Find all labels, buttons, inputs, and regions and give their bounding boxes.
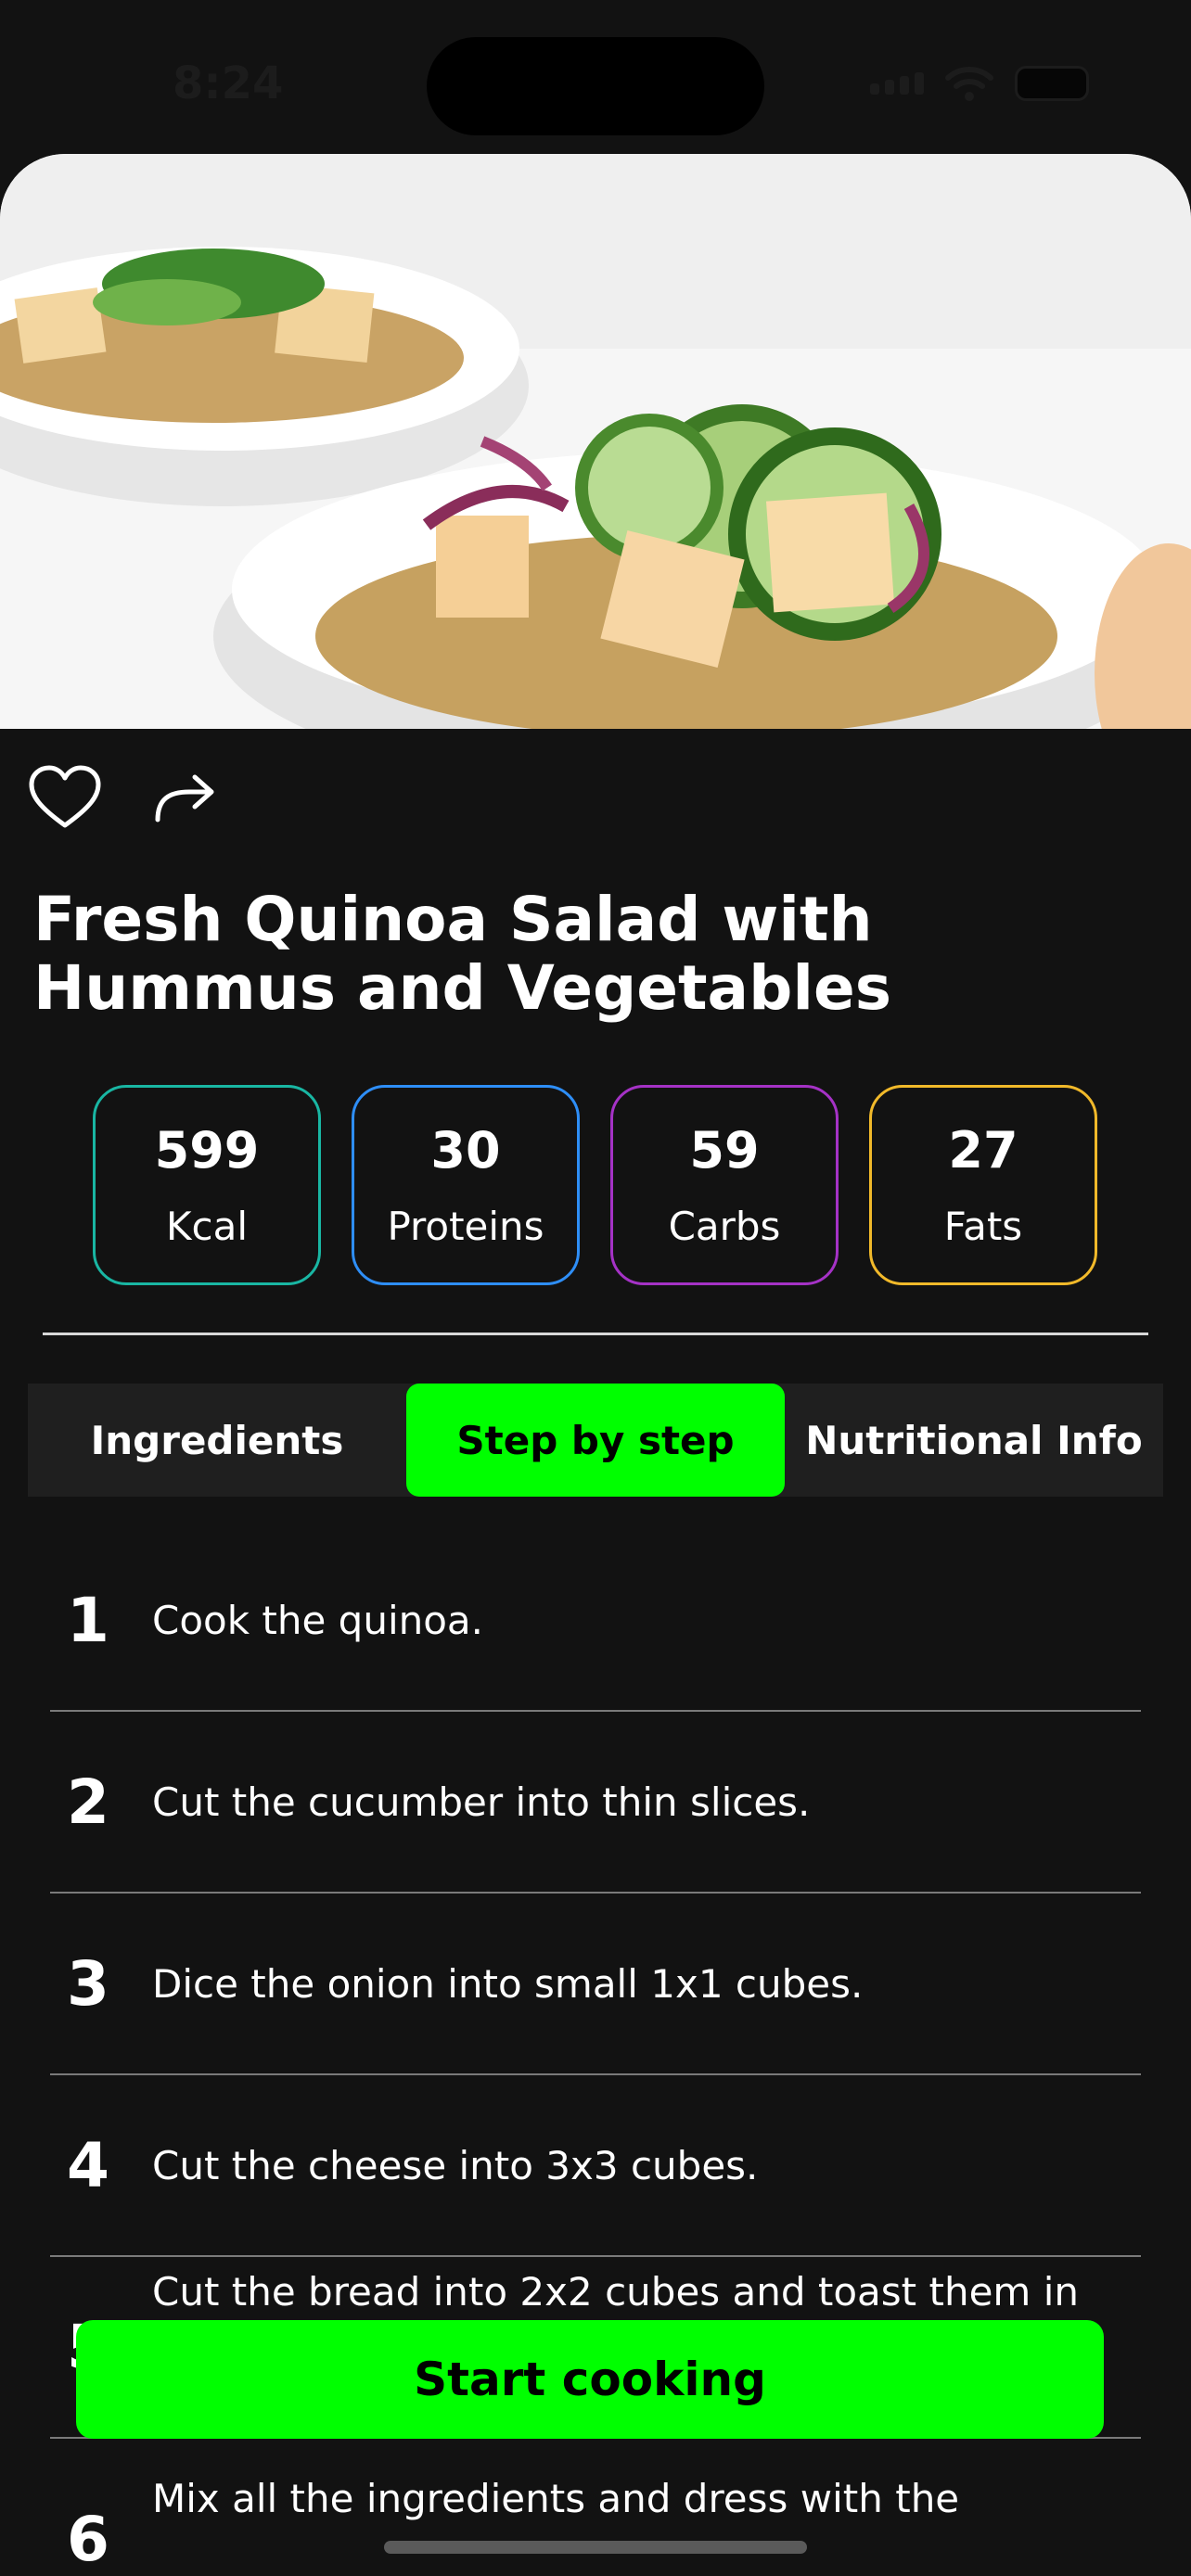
macro-label: Proteins — [387, 1204, 544, 1249]
recipe-title: Fresh Quinoa Salad with Hummus and Veget… — [33, 884, 891, 1024]
battery-icon — [1015, 66, 1089, 101]
tab-ingredients[interactable]: Ingredients — [28, 1384, 406, 1497]
step-number: 6 — [67, 2504, 109, 2575]
step-number: 4 — [67, 2129, 109, 2201]
food-photo — [0, 154, 1191, 729]
macro-label: Fats — [943, 1204, 1023, 1249]
wifi-icon — [945, 67, 993, 101]
macro-label: Carbs — [668, 1204, 781, 1249]
start-cooking-button[interactable]: Start cooking — [76, 2320, 1104, 2439]
status-icons — [870, 65, 1089, 102]
divider — [43, 1333, 1148, 1335]
step-text: Dice the onion into small 1x1 cubes. — [152, 1960, 864, 2007]
home-indicator[interactable] — [384, 2541, 807, 2554]
step-text: Cook the quinoa. — [152, 1597, 484, 1643]
macro-value: 27 — [948, 1121, 1018, 1180]
favorite-button[interactable] — [28, 760, 102, 835]
share-button[interactable] — [148, 760, 223, 835]
recipe-tabs: Ingredients Step by step Nutritional Inf… — [28, 1384, 1163, 1497]
list-item: 4 Cut the cheese into 3x3 cubes. — [50, 2075, 1141, 2257]
macro-card-fats: 27 Fats — [869, 1085, 1097, 1285]
step-text: Cut the cucumber into thin slices. — [152, 1779, 811, 1825]
share-arrow-icon — [155, 774, 214, 823]
step-text: Mix all the ingredients and dress with t… — [152, 2476, 960, 2521]
list-item: 2 Cut the cucumber into thin slices. — [50, 1712, 1141, 1894]
macro-label: Kcal — [165, 1204, 249, 1249]
tab-nutritional-info[interactable]: Nutritional Info — [785, 1384, 1163, 1497]
step-text: Cut the cheese into 3x3 cubes. — [152, 2142, 759, 2188]
recipe-actions — [28, 760, 223, 835]
macro-value: 59 — [689, 1121, 760, 1180]
status-time: 8:24 — [173, 57, 284, 109]
macro-value: 30 — [430, 1121, 501, 1180]
recipe-hero-image — [0, 154, 1191, 729]
list-item: 3 Dice the onion into small 1x1 cubes. — [50, 1894, 1141, 2075]
macro-value: 599 — [154, 1121, 260, 1180]
step-number: 2 — [67, 1766, 109, 1838]
list-item: 6 Mix all the ingredients and dress with… — [50, 2439, 1141, 2576]
step-number: 3 — [67, 1947, 109, 2020]
cellular-signal-icon — [870, 72, 924, 95]
list-item: 1 Cook the quinoa. — [50, 1530, 1141, 1712]
macro-summary: 599 Kcal 30 Proteins 59 Carbs 27 Fats — [93, 1085, 1097, 1285]
macro-card-kcal: 599 Kcal — [93, 1085, 321, 1285]
status-bar: 8:24 — [0, 0, 1191, 158]
macro-card-carbs: 59 Carbs — [610, 1085, 839, 1285]
tab-step-by-step[interactable]: Step by step — [406, 1384, 785, 1497]
dynamic-island — [427, 37, 764, 135]
step-text: Cut the bread into 2x2 cubes and toast t… — [152, 2268, 1079, 2315]
heart-icon — [29, 765, 101, 828]
macro-card-proteins: 30 Proteins — [352, 1085, 580, 1285]
step-number: 1 — [67, 1584, 109, 1656]
